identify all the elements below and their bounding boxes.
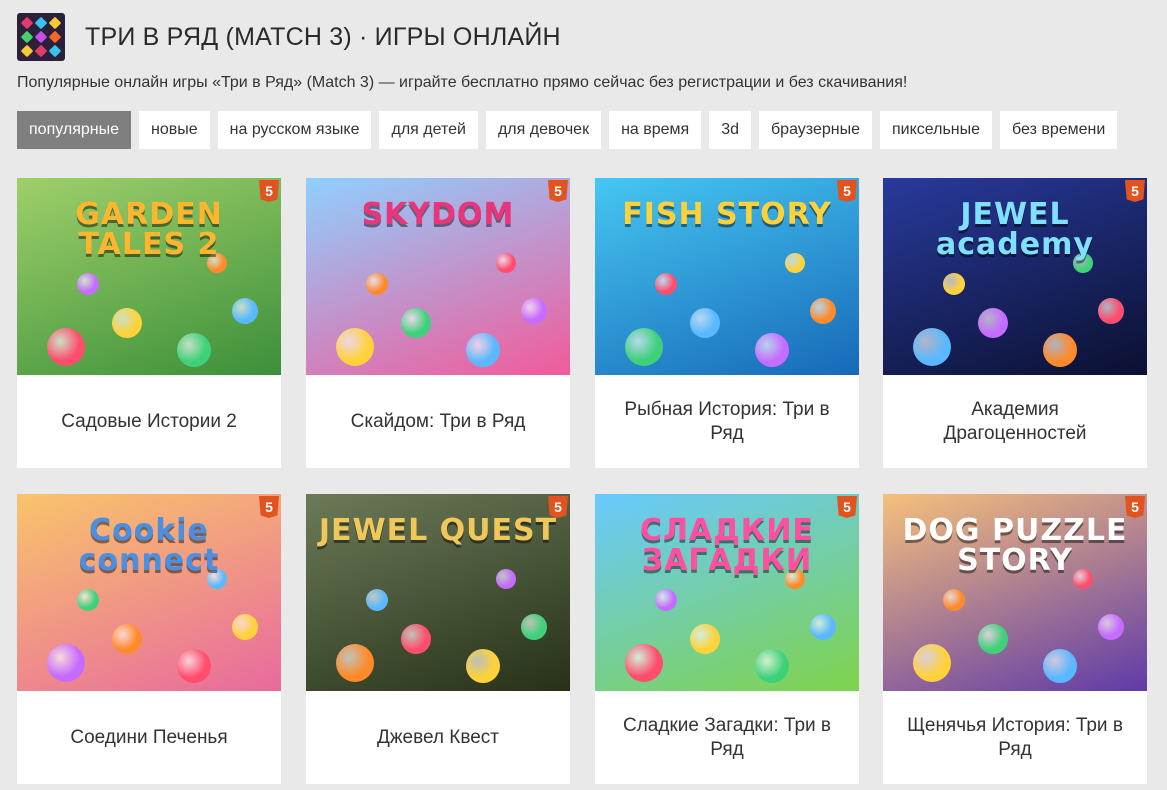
gem-decoration: [625, 328, 663, 366]
gem-decoration: [112, 308, 142, 338]
filter-tag[interactable]: на русском языке: [217, 111, 372, 149]
thumbnail-title-art: FISH STORY: [622, 197, 832, 232]
gem-decoration: [521, 614, 547, 640]
game-card[interactable]: Cookie connect 5 Соедини Печенья: [17, 494, 281, 784]
filter-tag[interactable]: браузерные: [759, 111, 872, 149]
gem-decoration: [1098, 298, 1124, 324]
gem-decoration: [496, 253, 516, 273]
filter-tag[interactable]: популярные: [17, 111, 132, 149]
game-title[interactable]: Соедини Печенья: [37, 691, 261, 784]
game-thumbnail[interactable]: Cookie connect 5: [17, 494, 281, 691]
gem-decoration: [177, 649, 211, 683]
html5-badge-icon: 5: [259, 180, 279, 202]
match3-gems-logo[interactable]: [17, 13, 65, 61]
gem-decoration: [336, 328, 374, 366]
html5-badge-icon: 5: [837, 180, 857, 202]
gem-decoration: [336, 644, 374, 682]
game-title[interactable]: Рыбная История: Три в Ряд: [615, 375, 839, 468]
html5-badge-icon: 5: [548, 496, 568, 518]
page-header: ТРИ В РЯД (MATCH 3) · ИГРЫ ОНЛАЙН: [17, 13, 561, 61]
gem-decoration: [401, 624, 431, 654]
gem-decoration: [755, 333, 789, 367]
page-subtitle: Популярные онлайн игры «Три в Ряд» (Matc…: [17, 74, 908, 91]
game-card[interactable]: СЛАДКИЕ ЗАГАДКИ 5 Сладкие Загадки: Три в Р…: [595, 494, 859, 784]
thumbnail-title-art: DOG PUZZLE STORY: [902, 513, 1128, 578]
game-thumbnail[interactable]: JEWEL QUEST 5: [306, 494, 570, 691]
gem-decoration: [112, 624, 142, 654]
gem-decoration: [690, 624, 720, 654]
gem-decoration: [1098, 614, 1124, 640]
filter-tag[interactable]: на время: [609, 111, 702, 149]
gem-decoration: [943, 589, 965, 611]
html5-badge-icon: 5: [837, 496, 857, 518]
gem-decoration: [466, 649, 500, 683]
html5-badge-icon: 5: [259, 496, 279, 518]
game-title[interactable]: Садовые Истории 2: [37, 375, 261, 468]
game-title[interactable]: Академия Драгоценностей: [903, 375, 1127, 468]
game-thumbnail[interactable]: FISH STORY 5: [595, 178, 859, 375]
gem-decoration: [77, 273, 99, 295]
filter-tag[interactable]: для девочек: [485, 111, 602, 149]
game-card[interactable]: DOG PUZZLE STORY 5 Щенячья История: Три в …: [883, 494, 1147, 784]
filter-tag[interactable]: без времени: [1000, 111, 1118, 149]
thumbnail-title-art: JEWEL QUEST: [318, 513, 558, 548]
gem-decoration: [77, 589, 99, 611]
gem-decoration: [913, 328, 951, 366]
game-card[interactable]: JEWEL QUEST 5 Джевел Квест: [306, 494, 570, 784]
game-thumbnail[interactable]: DOG PUZZLE STORY 5: [883, 494, 1147, 691]
gem-decoration: [47, 644, 85, 682]
gem-decoration: [978, 308, 1008, 338]
gem-decoration: [785, 253, 805, 273]
thumbnail-title-art: GARDEN TALES 2: [75, 197, 223, 262]
gem-decoration: [401, 308, 431, 338]
gem-decoration: [232, 298, 258, 324]
gem-decoration: [810, 614, 836, 640]
gem-decoration: [943, 273, 965, 295]
html5-badge-icon: 5: [1125, 180, 1145, 202]
filter-tag[interactable]: пиксельные: [879, 111, 993, 149]
thumbnail-title-art: JEWEL academy: [936, 197, 1094, 262]
gem-decoration: [1043, 333, 1077, 367]
game-title[interactable]: Джевел Квест: [326, 691, 550, 784]
gem-decoration: [47, 328, 85, 366]
filter-tag[interactable]: новые: [139, 111, 210, 149]
html5-badge-icon: 5: [548, 180, 568, 202]
game-card[interactable]: FISH STORY 5 Рыбная История: Три в Ряд: [595, 178, 859, 468]
gem-decoration: [690, 308, 720, 338]
gem-decoration: [978, 624, 1008, 654]
gem-decoration: [810, 298, 836, 324]
html5-badge-icon: 5: [1125, 496, 1145, 518]
filter-tag[interactable]: 3d: [709, 111, 752, 149]
filter-tag[interactable]: для детей: [379, 111, 478, 149]
filter-tags: популярные новые на русском языке для детей…: [17, 111, 1167, 149]
gem-decoration: [366, 273, 388, 295]
game-thumbnail[interactable]: JEWEL academy 5: [883, 178, 1147, 375]
gem-decoration: [755, 649, 789, 683]
gem-decoration: [625, 644, 663, 682]
gem-decoration: [496, 569, 516, 589]
gem-decoration: [1043, 649, 1077, 683]
gem-decoration: [177, 333, 211, 367]
gem-decoration: [466, 333, 500, 367]
thumbnail-title-art: Cookie connect: [78, 513, 220, 578]
game-card[interactable]: GARDEN TALES 2 5 Садовые Истории 2: [17, 178, 281, 468]
game-title[interactable]: Щенячья История: Три в Ряд: [903, 691, 1127, 784]
gem-decoration: [655, 273, 677, 295]
gem-decoration: [913, 644, 951, 682]
page-title: ТРИ В РЯД (MATCH 3) · ИГРЫ ОНЛАЙН: [85, 22, 561, 51]
game-card[interactable]: JEWEL academy 5 Академия Драгоценностей: [883, 178, 1147, 468]
game-thumbnail[interactable]: GARDEN TALES 2 5: [17, 178, 281, 375]
game-title[interactable]: Сладкие Загадки: Три в Ряд: [615, 691, 839, 784]
game-thumbnail[interactable]: СЛАДКИЕ ЗАГАДКИ 5: [595, 494, 859, 691]
thumbnail-title-art: СЛАДКИЕ ЗАГАДКИ: [640, 513, 814, 578]
game-title[interactable]: Скайдом: Три в Ряд: [326, 375, 550, 468]
gem-decoration: [232, 614, 258, 640]
game-card[interactable]: SKYDOM 5 Скайдом: Три в Ряд: [306, 178, 570, 468]
thumbnail-title-art: SKYDOM: [361, 197, 515, 232]
gem-decoration: [521, 298, 547, 324]
game-thumbnail[interactable]: SKYDOM 5: [306, 178, 570, 375]
gem-decoration: [655, 589, 677, 611]
gem-decoration: [366, 589, 388, 611]
